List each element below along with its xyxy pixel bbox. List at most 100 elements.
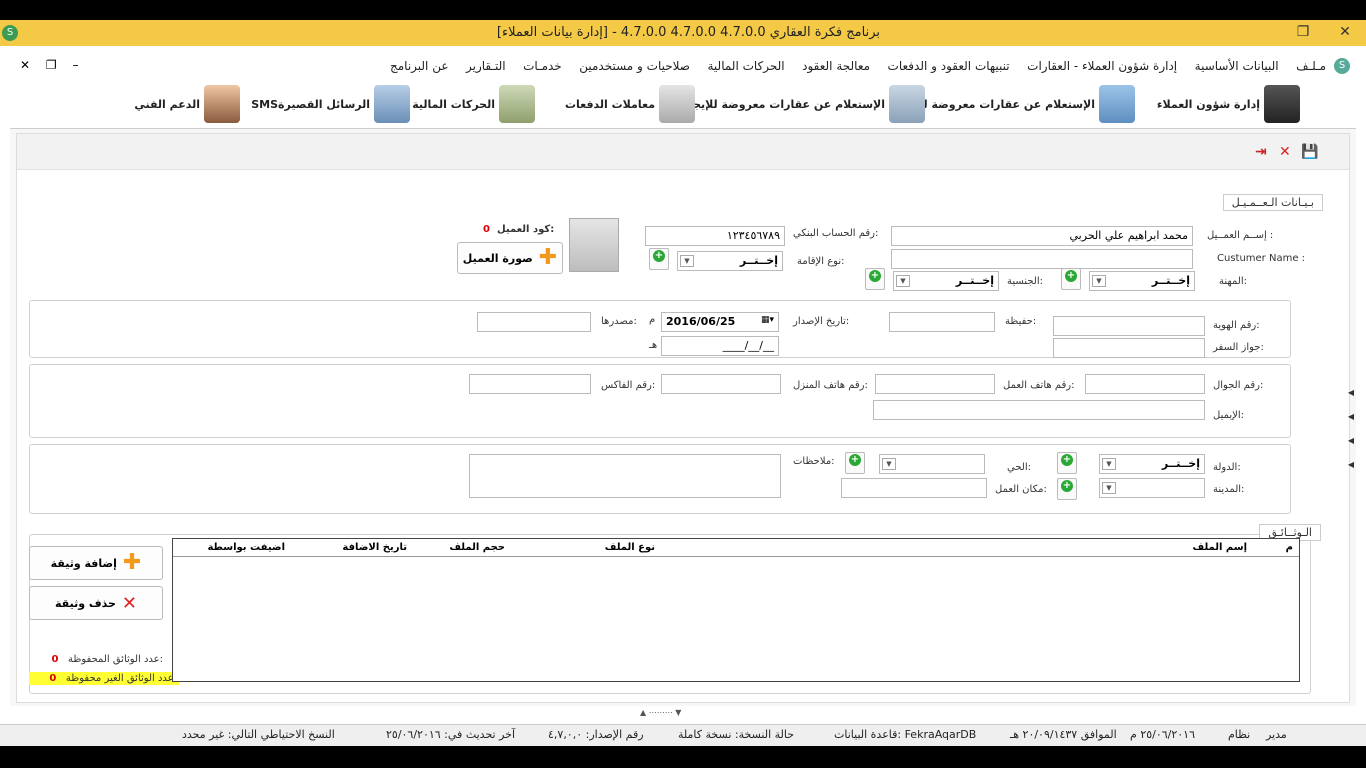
- work-phone-input[interactable]: [875, 374, 995, 394]
- country-select[interactable]: إخــتــر ▼: [1099, 454, 1205, 474]
- close-button[interactable]: ✕: [1330, 22, 1360, 44]
- menu-basic-data[interactable]: البيانات الأساسية: [1195, 59, 1279, 73]
- toolbar-sale-query[interactable]: الإستعلام عن عقارات معروضة للبيع: [903, 82, 1135, 126]
- mobile-label: رقم الجوال:: [1213, 380, 1264, 391]
- name-label: إســم العمــيل :: [1207, 230, 1274, 241]
- menu-customers-realestate[interactable]: إدارة شؤون العملاء - العقارات: [1027, 59, 1177, 73]
- unsaved-count-label: عدد الوثائق الغير محفوظة:: [65, 673, 177, 684]
- menu-file[interactable]: مـلـف: [1296, 59, 1326, 73]
- bank-account-input[interactable]: ١٢٣٤٥٦٧٨٩: [645, 226, 785, 246]
- notes-label: ملاحظات:: [793, 456, 835, 467]
- residence-add-button[interactable]: +: [649, 248, 669, 270]
- work-phone-label: رقم هاتف العمل:: [1003, 380, 1075, 391]
- side-arrow-icon[interactable]: ◀: [1348, 460, 1354, 469]
- menu-reports[interactable]: التـقارير: [466, 59, 506, 73]
- name-input[interactable]: محمد ابراهيم علي الحربي: [891, 226, 1193, 246]
- mdi-minimize-icon[interactable]: –: [72, 58, 78, 72]
- mdi-restore-icon[interactable]: ❐: [46, 58, 57, 72]
- fax-input[interactable]: [469, 374, 591, 394]
- menu-services[interactable]: خدمـات: [523, 59, 562, 73]
- splitter-handle[interactable]: ▲ ⋯⋯⋯ ▼: [640, 708, 681, 717]
- job-label: المهنة:: [1219, 276, 1247, 287]
- exit-icon[interactable]: ⇥: [1255, 144, 1267, 160]
- district-select[interactable]: ▼: [879, 454, 985, 474]
- customer-legend: بـيـانات الـعــمـيـل: [1222, 194, 1323, 211]
- job-select[interactable]: إخــتــر ▼: [1089, 271, 1195, 291]
- documents-grid[interactable]: م إسم الملف نوع الملف حجم الملف تاريخ ال…: [172, 538, 1300, 682]
- calendar-dropdown-icon[interactable]: ▦▾: [761, 315, 774, 325]
- district-add-button[interactable]: +: [845, 452, 865, 474]
- add-document-button[interactable]: إضافة وثيقة ✚: [29, 546, 163, 580]
- toolbar-financial[interactable]: الحركات المالية: [412, 82, 535, 126]
- greg-mark: م: [649, 314, 656, 325]
- mobile-input[interactable]: [1085, 374, 1205, 394]
- plus-icon: ✚: [122, 550, 142, 575]
- toolbar-sms[interactable]: الرسائل القصيرةSMS: [251, 82, 410, 126]
- customer-photo-button[interactable]: صورة العميل ✚: [457, 242, 563, 274]
- id-number-label: رقم الهوية:: [1213, 320, 1260, 331]
- side-arrow-icon[interactable]: ◀: [1348, 412, 1354, 421]
- file-input[interactable]: [889, 312, 995, 332]
- issue-date-label: تاريخ الإصدار:: [793, 316, 850, 327]
- mdi-close-icon[interactable]: ✕: [20, 58, 30, 72]
- nationality-label: الجنسية:: [1007, 276, 1043, 287]
- issue-date-greg-input[interactable]: 2016/06/25 ▦▾: [661, 312, 779, 332]
- save-icon[interactable]: 💾: [1301, 144, 1318, 160]
- job-add-button[interactable]: +: [1061, 268, 1081, 290]
- notes-textarea[interactable]: [469, 454, 781, 498]
- col-file-size: حجم الملف: [449, 542, 505, 553]
- app-small-icon: S: [1334, 58, 1350, 74]
- building-icon: [889, 85, 925, 123]
- residence-type-select[interactable]: إخــتــر ▼: [677, 251, 783, 271]
- city-add-button[interactable]: +: [1057, 478, 1077, 500]
- customer-name-en-input[interactable]: [891, 249, 1193, 269]
- unsaved-count: 0: [49, 673, 57, 684]
- toolbar-support[interactable]: الدعم الفني: [134, 82, 240, 126]
- workplace-input[interactable]: [841, 478, 987, 498]
- col-index: م: [1285, 542, 1293, 553]
- calculator-icon: [659, 85, 695, 123]
- country-add-button[interactable]: +: [1057, 452, 1077, 474]
- menu-permissions[interactable]: صلاحيات و مستخدمين: [579, 59, 690, 73]
- mobile-icon: [374, 85, 410, 123]
- window-title: برنامج فكرة العقاري 4.7.0.0 4.7.0.0 4.7.…: [496, 25, 880, 40]
- workplace-label: مكان العمل:: [995, 484, 1047, 495]
- source-label: مصدرها:: [601, 316, 637, 327]
- toolbar-customers[interactable]: إدارة شؤون العملاء: [1157, 82, 1300, 126]
- side-arrow-icon[interactable]: ◀: [1348, 436, 1354, 445]
- customer-photo: [569, 218, 619, 272]
- plus-icon: ✚: [538, 245, 558, 270]
- app-icon: S: [2, 25, 18, 41]
- menu-alerts[interactable]: تنبيهات العقود و الدفعات: [888, 59, 1010, 73]
- email-input[interactable]: [873, 400, 1205, 420]
- nationality-add-button[interactable]: +: [865, 268, 885, 290]
- side-arrow-icon[interactable]: ◀: [1348, 388, 1354, 397]
- mdi-controls: ✕ ❐ –: [20, 58, 90, 72]
- source-input[interactable]: [477, 312, 591, 332]
- issue-date-hijri-input[interactable]: __/__/____: [661, 336, 779, 356]
- nationality-select[interactable]: إخــتــر ▼: [893, 271, 999, 291]
- toolbar-payments[interactable]: معاملات الدفعات: [565, 82, 695, 126]
- passport-input[interactable]: [1053, 338, 1205, 358]
- fax-label: رقم الفاكس:: [601, 380, 656, 391]
- menu-about[interactable]: عن البرنامج: [390, 59, 449, 73]
- col-file-type: نوع الملف: [604, 542, 655, 553]
- menu-financial[interactable]: الحركات المالية: [707, 59, 784, 73]
- home-phone-input[interactable]: [661, 374, 781, 394]
- add-icon: +: [653, 250, 665, 262]
- menu-contracts[interactable]: معالجة العقود: [802, 59, 870, 73]
- delete-document-button[interactable]: حذف وثيقة ✕: [29, 586, 163, 620]
- city-select[interactable]: ▼: [1099, 478, 1205, 498]
- toolbar-rent-query[interactable]: الإستعلام عن عقارات معروضة للإيجار: [683, 82, 925, 126]
- status-manager: مدير: [1266, 728, 1287, 741]
- residence-type-label: نوع الإقامة:: [797, 256, 845, 267]
- id-number-input[interactable]: [1053, 316, 1205, 336]
- delete-icon[interactable]: ✕: [1279, 144, 1291, 160]
- customer-code-value: 0: [483, 224, 490, 235]
- status-greg-date: ٢٥/٠٦/٢٠١٦ م: [1130, 728, 1195, 741]
- title-bar: S برنامج فكرة العقاري 4.7.0.0 4.7.0.0 4.…: [0, 20, 1366, 46]
- restore-button[interactable]: ❐: [1288, 22, 1318, 44]
- home-phone-label: رقم هاتف المنزل:: [793, 380, 868, 391]
- menu-bar: ✕ ❐ – مـلـف البيانات الأساسية إدارة شؤون…: [10, 56, 1356, 78]
- saved-count-label: عدد الوثائق المحفوظة:: [68, 654, 163, 665]
